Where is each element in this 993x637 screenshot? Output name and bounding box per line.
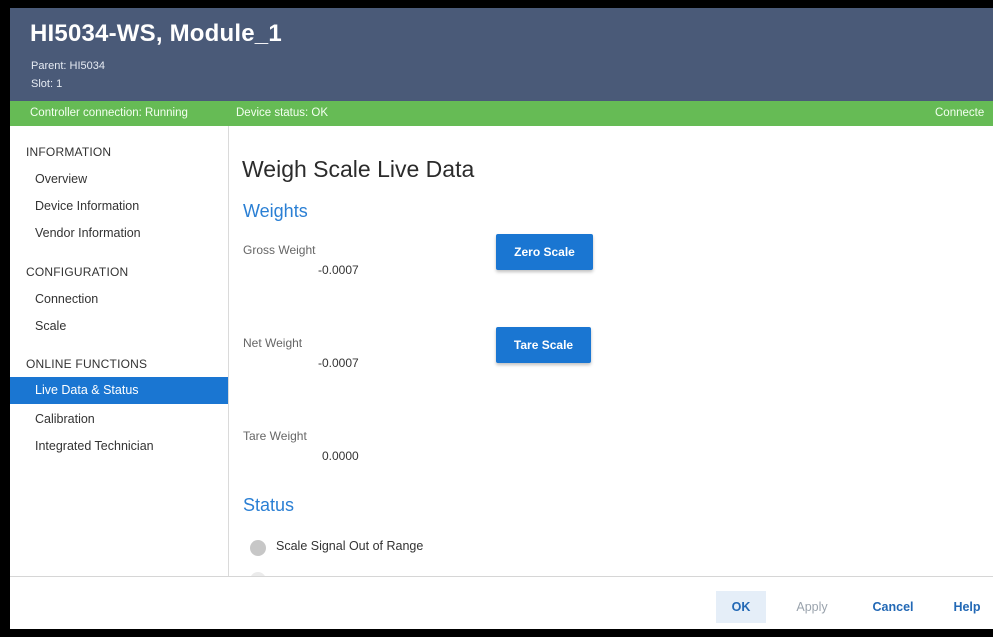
- help-button[interactable]: Help: [947, 591, 987, 623]
- dialog-footer: OK Apply Cancel Help: [10, 576, 993, 629]
- window-header: HI5034-WS, Module_1 Parent: HI5034 Slot:…: [10, 8, 993, 101]
- cancel-button[interactable]: Cancel: [868, 591, 918, 623]
- device-status: Device status: OK: [236, 107, 329, 119]
- sidebar-item-integrated-technician[interactable]: Integrated Technician: [35, 439, 154, 453]
- zero-scale-button[interactable]: Zero Scale: [496, 234, 593, 270]
- status-section-title: Status: [243, 495, 295, 515]
- net-weight-label: Net Weight: [243, 336, 303, 350]
- sidebar-item-overview[interactable]: Overview: [35, 172, 87, 186]
- gross-weight-label: Gross Weight: [243, 243, 316, 257]
- sidebar-section-online-functions: ONLINE FUNCTIONS: [26, 357, 148, 371]
- sidebar-section-configuration: CONFIGURATION: [26, 265, 129, 279]
- gross-weight-value: -0.0007: [318, 263, 359, 277]
- sidebar-item-live-data-status[interactable]: Live Data & Status: [10, 377, 228, 404]
- ok-button[interactable]: OK: [716, 591, 766, 623]
- page-title: Weigh Scale Live Data: [242, 156, 475, 182]
- sidebar-item-device-information[interactable]: Device Information: [35, 199, 139, 213]
- parent-label: Parent: HI5034: [31, 60, 105, 72]
- slot-label: Slot: 1: [31, 78, 63, 90]
- connection-status-bar: Controller connection: Running Device st…: [10, 101, 993, 126]
- net-weight-value: -0.0007: [318, 356, 359, 370]
- sidebar-item-scale[interactable]: Scale: [35, 319, 66, 333]
- module-properties-window: HI5034-WS, Module_1 Parent: HI5034 Slot:…: [10, 8, 993, 629]
- connected-status: Connecte: [935, 107, 985, 119]
- status-indicator-icon: [250, 540, 266, 556]
- weights-section-title: Weights: [243, 201, 308, 221]
- tare-scale-button[interactable]: Tare Scale: [496, 327, 591, 363]
- status-label: Scale Signal Out of Range: [276, 539, 424, 553]
- sidebar-item-connection[interactable]: Connection: [35, 292, 98, 306]
- apply-button[interactable]: Apply: [788, 591, 836, 623]
- tare-weight-value: 0.0000: [322, 449, 359, 463]
- sidebar: INFORMATION Overview Device Information …: [10, 126, 229, 576]
- module-title: HI5034-WS, Module_1: [30, 20, 282, 47]
- sidebar-item-calibration[interactable]: Calibration: [35, 412, 95, 426]
- sidebar-section-information: INFORMATION: [26, 145, 112, 159]
- controller-connection-status: Controller connection: Running: [30, 107, 188, 119]
- tare-weight-label: Tare Weight: [243, 429, 307, 443]
- sidebar-item-vendor-information[interactable]: Vendor Information: [35, 226, 141, 240]
- main-content: Weigh Scale Live Data Weights Gross Weig…: [230, 126, 993, 588]
